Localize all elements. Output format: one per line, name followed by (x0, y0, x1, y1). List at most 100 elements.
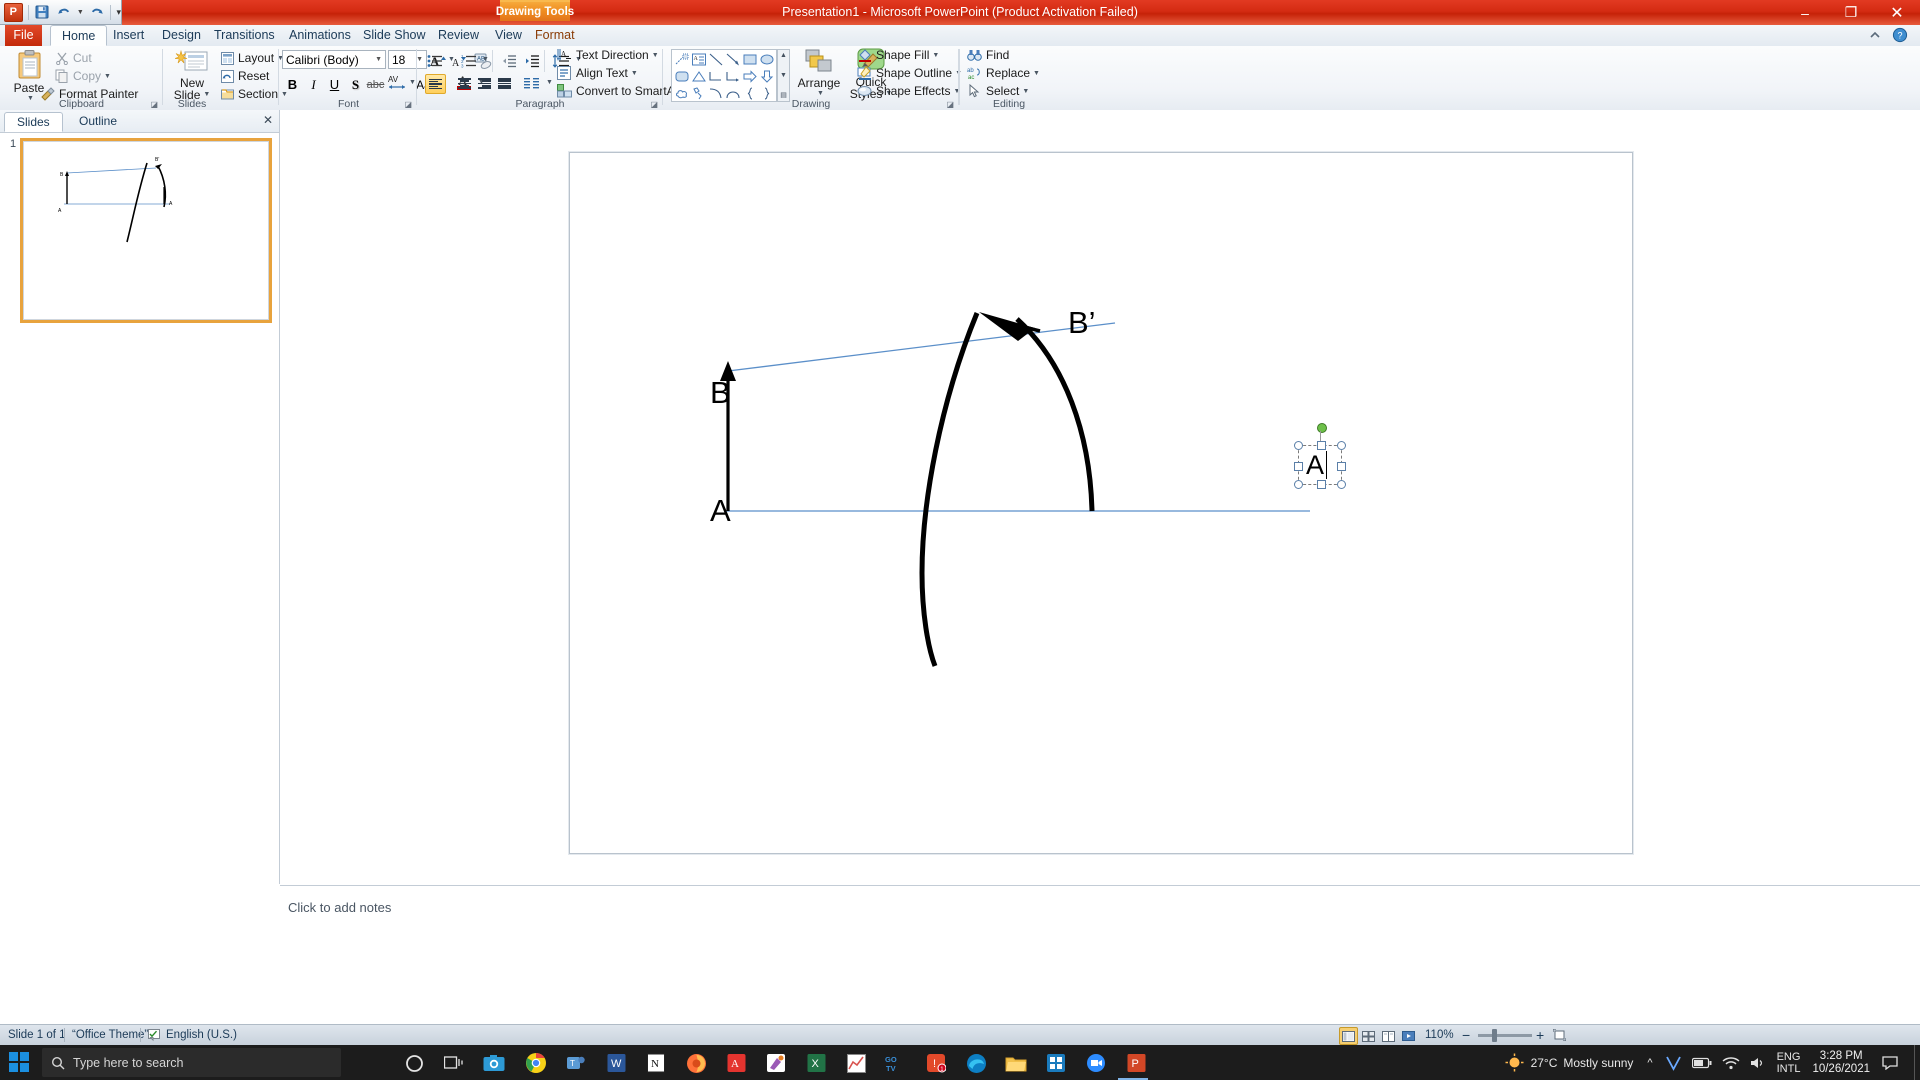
shape-elbow-arrow-icon[interactable] (724, 68, 741, 85)
wifi-icon[interactable] (1722, 1056, 1740, 1070)
italic-button[interactable]: I (303, 74, 324, 95)
align-text-button[interactable]: Align Text ▼ (557, 66, 638, 80)
resize-handle-w[interactable] (1294, 462, 1303, 471)
tab-insert[interactable]: Insert (102, 25, 155, 46)
minimize-ribbon-icon[interactable] (1868, 28, 1882, 42)
status-theme[interactable]: “Office Theme” (72, 1025, 148, 1045)
text-shadow-button[interactable]: S (345, 74, 366, 95)
underline-button[interactable]: U (324, 74, 345, 95)
close-button[interactable]: ✕ (1874, 0, 1920, 25)
undo-icon[interactable] (55, 4, 72, 20)
arrange-dropdown-icon[interactable]: ▼ (817, 90, 824, 97)
align-right-icon[interactable] (475, 74, 494, 93)
weather-widget[interactable]: 27°C Mostly sunny (1505, 1053, 1633, 1072)
tab-review[interactable]: Review (427, 25, 490, 46)
paint-icon[interactable] (762, 1049, 790, 1077)
slide-thumbnail-1[interactable]: B A B' A (20, 138, 272, 323)
label-B-prime[interactable]: B’ (1068, 305, 1096, 340)
bullets-dropdown-icon[interactable]: ▼ (448, 56, 455, 63)
language-indicator[interactable]: ENG INTL (1777, 1051, 1801, 1075)
restore-button[interactable]: ❐ (1828, 0, 1874, 25)
powerpoint-icon[interactable]: P (1122, 1049, 1150, 1077)
strikethrough-button[interactable]: abc (365, 74, 386, 95)
volume-icon[interactable] (1750, 1056, 1767, 1070)
explorer-icon[interactable] (1002, 1049, 1030, 1077)
font-dialog-launcher[interactable]: ◪ (404, 100, 412, 109)
battery-icon[interactable] (1691, 1057, 1712, 1069)
shape-elbow-connector-icon[interactable] (707, 68, 724, 85)
resize-handle-e[interactable] (1337, 462, 1346, 471)
find-button[interactable]: Find (967, 48, 1009, 62)
gotv-icon[interactable]: GO TV (882, 1049, 910, 1077)
shape-triangle-icon[interactable] (690, 68, 707, 85)
save-icon[interactable] (34, 4, 51, 20)
new-slide-button[interactable]: New Slide ▼ (169, 49, 215, 101)
task-view-icon[interactable] (440, 1049, 468, 1077)
character-spacing-button[interactable]: AV (386, 72, 407, 93)
drawing-dialog-launcher[interactable]: ◪ (946, 100, 954, 109)
text-direction-dropdown-icon[interactable]: ▼ (652, 52, 659, 59)
zoom-icon[interactable] (1082, 1049, 1110, 1077)
excel-icon[interactable]: X (802, 1049, 830, 1077)
firefox-icon[interactable] (682, 1049, 710, 1077)
resize-handle-nw[interactable] (1294, 441, 1303, 450)
shapes-scroll-down-icon[interactable]: ▼ (780, 72, 787, 79)
resize-handle-ne[interactable] (1337, 441, 1346, 450)
chrome-icon[interactable] (522, 1049, 550, 1077)
shape-textbox-icon[interactable]: A (690, 51, 707, 68)
arc-right-mirror[interactable] (1015, 317, 1095, 512)
shape-line-icon[interactable] (707, 51, 724, 68)
tab-format[interactable]: Format (524, 25, 586, 46)
notion-icon[interactable]: N (642, 1049, 670, 1077)
store-icon[interactable] (1042, 1049, 1070, 1077)
label-B[interactable]: B (710, 375, 731, 410)
shapes-scroll-up-icon[interactable]: ▲ (780, 52, 787, 59)
word-icon[interactable]: W (602, 1049, 630, 1077)
resize-handle-n[interactable] (1317, 441, 1326, 450)
justify-icon[interactable] (495, 74, 514, 93)
replace-button[interactable]: ab ac Replace ▼ (967, 66, 1040, 80)
shape-right-arrow-icon[interactable] (741, 68, 758, 85)
numbering-icon[interactable]: 123 (459, 51, 478, 70)
zoom-slider-knob[interactable] (1492, 1029, 1497, 1042)
view-normal-button[interactable] (1339, 1027, 1358, 1045)
graph-icon[interactable] (842, 1049, 870, 1077)
view-slide-sorter-button[interactable] (1359, 1027, 1378, 1045)
align-left-icon[interactable] (425, 74, 446, 94)
tab-outline[interactable]: Outline (67, 112, 129, 132)
increase-indent-icon[interactable] (522, 51, 541, 70)
shape-rounded-rect-icon[interactable] (673, 68, 690, 85)
acrobat-icon[interactable]: A (722, 1049, 750, 1077)
tab-transitions[interactable]: Transitions (203, 25, 286, 46)
spellcheck-icon[interactable] (148, 1028, 162, 1042)
clipboard-dialog-launcher[interactable]: ◪ (150, 100, 158, 109)
select-button[interactable]: Select ▼ (967, 84, 1029, 98)
customize-qat-icon[interactable]: ▾ (116, 7, 121, 18)
resize-handle-se[interactable] (1337, 480, 1346, 489)
tab-file[interactable]: File (5, 25, 42, 46)
decrease-indent-icon[interactable] (499, 51, 518, 70)
shape-outline-button[interactable]: Shape Outline ▼ (857, 66, 962, 80)
label-A[interactable]: A (710, 493, 731, 528)
resize-handle-s[interactable] (1317, 480, 1326, 489)
paragraph-dialog-launcher[interactable]: ◪ (650, 100, 658, 109)
view-reading-button[interactable] (1379, 1027, 1398, 1045)
bold-button[interactable]: B (282, 74, 303, 95)
view-slideshow-button[interactable] (1399, 1027, 1418, 1045)
shape-oval-icon[interactable] (758, 51, 775, 68)
shape-rectangle-icon[interactable] (741, 51, 758, 68)
teams-icon[interactable]: T (562, 1049, 590, 1077)
layout-button[interactable]: Layout ▼ (221, 51, 284, 65)
alert-icon[interactable]: ! 1 (922, 1049, 950, 1077)
tab-animations[interactable]: Animations (278, 25, 362, 46)
tab-slide-show[interactable]: Slide Show (352, 25, 437, 46)
shape-fill-button[interactable]: Shape Fill ▼ (857, 48, 939, 62)
cortana-icon[interactable] (400, 1049, 428, 1077)
resize-handle-sw[interactable] (1294, 480, 1303, 489)
select-dropdown-icon[interactable]: ▼ (1022, 88, 1029, 95)
zoom-out-button[interactable]: − (1462, 1025, 1470, 1045)
bullets-icon[interactable] (425, 51, 444, 70)
columns-icon[interactable] (522, 74, 541, 93)
help-icon[interactable]: ? (1892, 27, 1908, 43)
undo-dropdown-icon[interactable]: ▼ (77, 9, 84, 16)
